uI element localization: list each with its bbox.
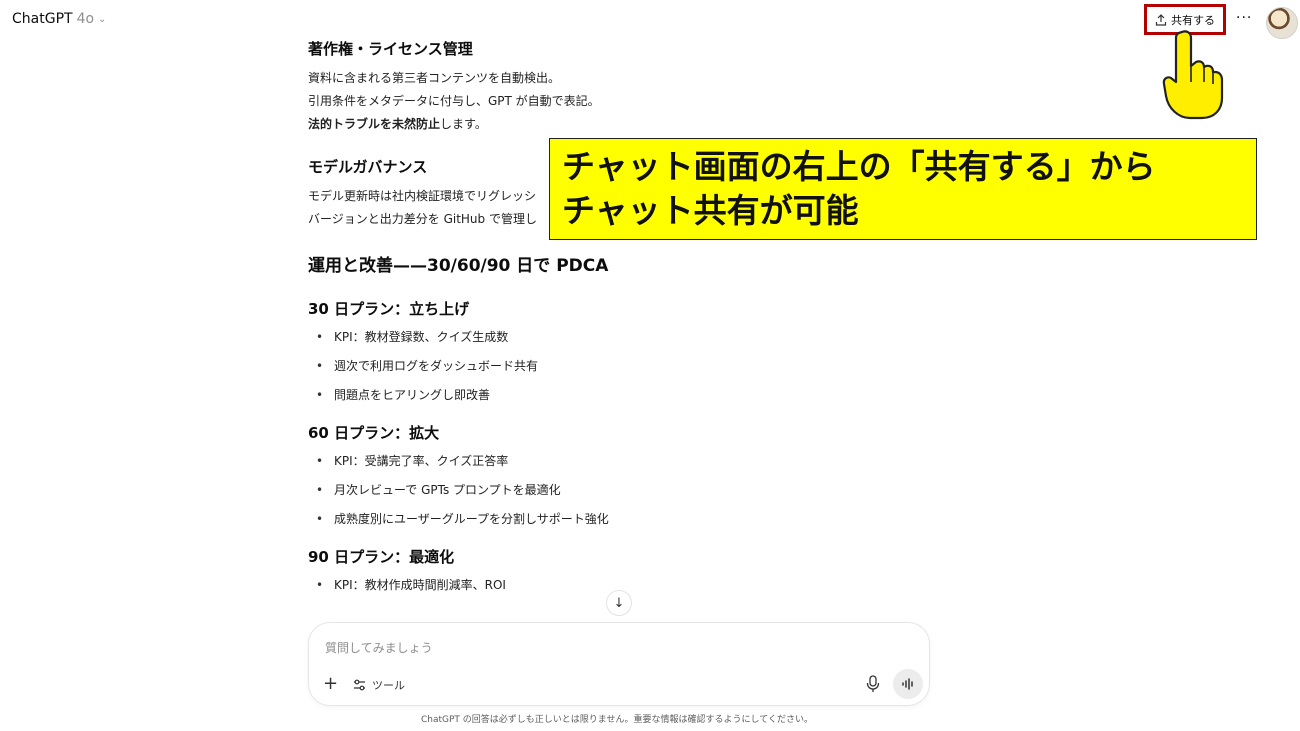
- list-item: KPI：教材登録数、クイズ生成数: [308, 323, 938, 352]
- pointing-hand-icon: [1162, 30, 1224, 120]
- sliders-icon: [354, 679, 365, 691]
- list-item: 週次で利用ログをダッシュボード共有: [308, 352, 938, 381]
- disclaimer-note: ChatGPT の回答は必ずしも正しいとは限りません。重要な情報は確認するように…: [421, 715, 813, 725]
- prompt-input-placeholder[interactable]: 質問してみましょう: [325, 639, 433, 656]
- upload-icon: [1155, 13, 1167, 26]
- model-selector[interactable]: ChatGPT 4o ⌄: [12, 11, 106, 27]
- plus-icon[interactable]: +: [323, 673, 338, 694]
- microphone-icon[interactable]: [865, 675, 881, 693]
- list-item: 問題点をヒアリングし即改善: [308, 381, 938, 410]
- model-version: 4o: [76, 11, 95, 27]
- waveform-icon: [902, 678, 913, 690]
- paragraph-line: 引用条件をメタデータに付与し、GPT が自動で表記。: [308, 94, 600, 108]
- bullet-list: KPI：教材登録数、クイズ生成数 週次で利用ログをダッシュボード共有 問題点をヒ…: [308, 323, 938, 410]
- list-item: 成熟度別にユーザーグループを分割しサポート強化: [308, 505, 938, 534]
- plan-heading: 90 日プラン：最適化: [308, 548, 455, 566]
- plan-heading: 30 日プラン：立ち上げ: [308, 300, 470, 318]
- more-options-button[interactable]: ···: [1236, 10, 1252, 26]
- share-label: 共有する: [1171, 13, 1215, 27]
- message-composer[interactable]: 質問してみましょう + ツール: [308, 622, 930, 706]
- tools-label: ツール: [372, 679, 405, 692]
- bold-text: 法的トラブルを未然防止: [308, 117, 441, 131]
- paragraph-line: 法的トラブルを未然防止します。: [308, 113, 938, 136]
- list-item: 月次レビューで GPTs プロンプトを最適化: [308, 476, 938, 505]
- conversation-content: 著作権・ライセンス管理 資料に含まれる第三者コンテンツを自動検出。 引用条件をメ…: [308, 36, 938, 600]
- arrow-down-icon: ↓: [613, 595, 625, 611]
- plan-heading: 60 日プラン：拡大: [308, 424, 440, 442]
- annotation-callout: チャット画面の右上の「共有する」から チャット共有が可能: [549, 138, 1257, 240]
- main-heading: 運用と改善——30/60/90 日で PDCA: [308, 256, 609, 276]
- section-heading: 著作権・ライセンス管理: [308, 40, 473, 58]
- callout-line: チャット共有が可能: [562, 191, 859, 230]
- tools-button[interactable]: ツール: [353, 677, 405, 693]
- callout-line: チャット画面の右上の「共有する」から: [562, 147, 1156, 186]
- avatar[interactable]: [1266, 7, 1298, 39]
- app-name: ChatGPT: [12, 11, 73, 27]
- scroll-to-bottom-button[interactable]: ↓: [606, 590, 632, 616]
- paragraph-line: 資料に含まれる第三者コンテンツを自動検出。: [308, 71, 561, 85]
- chevron-down-icon: ⌄: [98, 13, 107, 25]
- list-item: KPI：受講完了率、クイズ正答率: [308, 447, 938, 476]
- bullet-list: KPI：受講完了率、クイズ正答率 月次レビューで GPTs プロンプトを最適化 …: [308, 447, 938, 534]
- voice-mode-button[interactable]: [893, 669, 923, 699]
- paragraph-tail: します。: [440, 117, 487, 131]
